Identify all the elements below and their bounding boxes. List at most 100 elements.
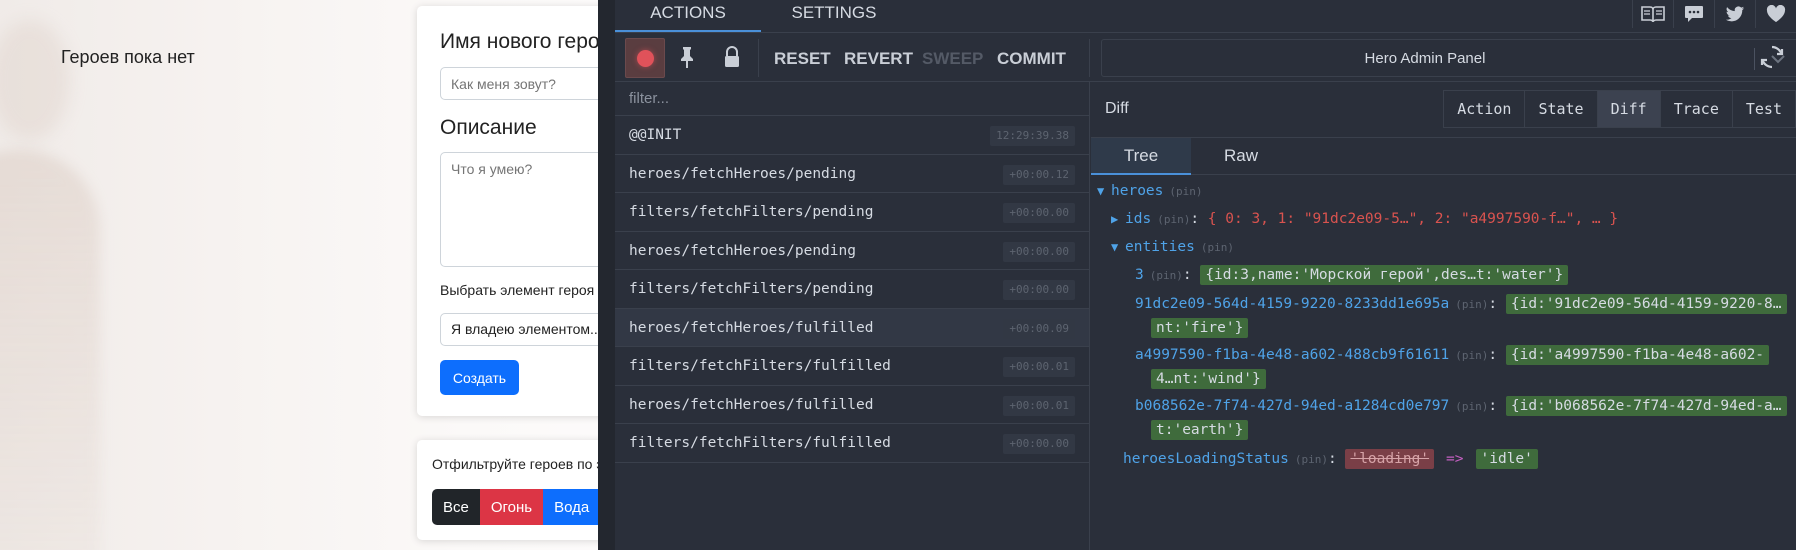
pin-icon[interactable] [675, 45, 699, 69]
action-row[interactable]: filters/fetchFilters/fulfilled +00:00.01 [615, 347, 1089, 386]
diff-arrow: => [1446, 451, 1464, 467]
tree-node-entities[interactable]: ▼ entities (pin) [1111, 235, 1234, 259]
book-icon[interactable] [1632, 0, 1673, 28]
sync-icon[interactable] [1756, 41, 1788, 73]
filter-buttons: Все Огонь Вода [432, 489, 601, 525]
record-icon [636, 49, 654, 67]
chat-icon[interactable] [1673, 0, 1714, 28]
action-name: filters/fetchFilters/fulfilled [629, 358, 891, 374]
action-name: filters/fetchFilters/fulfilled [629, 435, 891, 451]
name-label: Имя нового героя [440, 30, 611, 53]
added-value: {id:3,name:'Морской герой',des…t:'water'… [1200, 265, 1569, 285]
pin-link[interactable]: (pin) [1201, 241, 1234, 254]
filter-fire-button[interactable]: Огонь [479, 489, 544, 525]
tab-actions[interactable]: ACTIONS [615, 0, 761, 32]
monitor-tab-action[interactable]: Action [1444, 91, 1524, 127]
action-row[interactable]: filters/fetchFilters/pending +00:00.00 [615, 270, 1089, 309]
action-time: +00:00.01 [1003, 357, 1075, 377]
hero-form-card: Имя нового героя Описание Выбрать элемен… [417, 6, 640, 416]
toolbar-divider [758, 39, 759, 77]
tree-key: entities [1125, 239, 1195, 255]
description-label: Описание [440, 116, 537, 139]
action-time: +00:00.00 [1003, 434, 1075, 454]
instance-select[interactable]: Hero Admin Panel [1101, 39, 1796, 77]
action-name: filters/fetchFilters/pending [629, 281, 874, 297]
expand-arrow-icon: ▼ [1097, 184, 1105, 198]
monitor-tab-test[interactable]: Test [1731, 91, 1795, 127]
tab-settings[interactable]: SETTINGS [761, 0, 907, 32]
added-value-continuation: nt:'fire'} [1151, 318, 1249, 338]
view-tabs: Tree Raw [1091, 138, 1796, 175]
devtools-top-icons [1632, 0, 1796, 28]
devtools-resize-handle[interactable] [598, 0, 615, 550]
pin-link[interactable]: (pin) [1157, 213, 1190, 226]
heart-icon[interactable] [1755, 0, 1796, 28]
action-time: +00:00.01 [1003, 395, 1075, 416]
action-time: 12:29:39.38 [990, 126, 1075, 146]
tree-node-ids[interactable]: ▶ ids (pin): { 0: 3, 1: "91dc2e09-5…", 2: … [1111, 207, 1618, 231]
pin-link[interactable]: (pin) [1455, 349, 1488, 362]
action-time: +00:00.00 [1003, 203, 1075, 223]
tree-key: heroesLoadingStatus [1123, 451, 1289, 467]
pin-link[interactable]: (pin) [1455, 298, 1488, 311]
added-value-continuation: 4…nt:'wind'} [1151, 369, 1266, 389]
action-time: +00:00.00 [1003, 280, 1075, 300]
revert-button[interactable]: REVERT [844, 49, 913, 69]
devtools-toolbar: RESET REVERT SWEEP COMMIT Hero Admin Pan… [615, 33, 1796, 82]
tree-value-continuation: nt:'fire'} [1151, 316, 1249, 340]
action-time: +00:00.12 [1003, 164, 1075, 185]
monitor-tab-state[interactable]: State [1524, 91, 1596, 127]
tree-node-entity[interactable]: 3 (pin): {id:3,name:'Морской герой',des…t… [1135, 263, 1569, 287]
commit-button[interactable]: COMMIT [997, 49, 1066, 69]
element-label: Выбрать элемент героя [440, 282, 595, 298]
tree-node-heroes[interactable]: ▼ heroes (pin) [1097, 179, 1203, 203]
twitter-icon[interactable] [1714, 0, 1755, 28]
tree-key: heroes [1111, 183, 1164, 199]
create-button[interactable]: Создать [440, 360, 519, 395]
background-figure [0, 150, 100, 550]
action-row[interactable]: filters/fetchFilters/pending +00:00.00 [615, 193, 1089, 232]
tree-node-entity[interactable]: 91dc2e09-564d-4159-9220-8233dd1e695a (pin… [1135, 292, 1787, 316]
removed-value: 'loading' [1345, 449, 1435, 469]
tree-key: 91dc2e09-564d-4159-9220-8233dd1e695a [1135, 296, 1450, 312]
action-row-selected[interactable]: heroes/fetchHeroes/fulfilled +00:00.09 [615, 308, 1089, 347]
reset-button[interactable]: RESET [774, 49, 831, 69]
action-row[interactable]: heroes/fetchHeroes/fulfilled +00:00.01 [615, 386, 1089, 424]
action-row[interactable]: filters/fetchFilters/fulfilled +00:00.00 [615, 424, 1089, 463]
inspector-title: Diff [1105, 100, 1129, 117]
pin-link[interactable]: (pin) [1169, 185, 1202, 198]
added-value: {id:'a4997590-f1ba-4e48-a602- [1505, 345, 1770, 365]
pin-link[interactable]: (pin) [1150, 269, 1183, 282]
monitor-tabs: Action State Diff Trace Test [1443, 90, 1796, 128]
diff-tree: ▼ heroes (pin) ▶ ids (pin): { 0: 3, 1: "91dc… [1091, 175, 1796, 550]
tree-node-loading-status[interactable]: heroesLoadingStatus (pin): 'loading' =>'id… [1123, 447, 1538, 471]
added-value: {id:'b068562e-7f74-427d-94ed-a… [1505, 396, 1787, 416]
action-name: heroes/fetchHeroes/fulfilled [629, 319, 874, 336]
monitor-tab-trace[interactable]: Trace [1659, 91, 1732, 127]
filter-all-button[interactable]: Все [432, 489, 480, 525]
action-filter-input[interactable]: filter... [615, 82, 1089, 116]
pin-link[interactable]: (pin) [1455, 400, 1488, 413]
lock-icon[interactable] [720, 45, 744, 69]
added-value-continuation: t:'earth'} [1151, 420, 1249, 440]
tree-value-continuation: t:'earth'} [1151, 418, 1249, 442]
collapse-arrow-icon: ▶ [1111, 212, 1119, 226]
sweep-button[interactable]: SWEEP [922, 49, 983, 69]
instance-name: Hero Admin Panel [1364, 50, 1486, 67]
tab-tree[interactable]: Tree [1091, 138, 1191, 175]
action-name: filters/fetchFilters/pending [629, 204, 874, 220]
tree-node-entity[interactable]: b068562e-7f74-427d-94ed-a1284cd0e797 (pin… [1135, 394, 1787, 418]
expand-arrow-icon: ▼ [1111, 240, 1119, 254]
tab-raw[interactable]: Raw [1191, 138, 1291, 175]
action-row[interactable]: @@INIT 12:29:39.38 [615, 116, 1089, 155]
action-row[interactable]: heroes/fetchHeroes/pending +00:00.00 [615, 232, 1089, 270]
tree-key: 3 [1135, 267, 1144, 283]
devtools-tabbar: ACTIONS SETTINGS [615, 0, 1796, 33]
action-row[interactable]: heroes/fetchHeroes/pending +00:00.12 [615, 155, 1089, 193]
record-button[interactable] [625, 38, 665, 78]
filter-water-button[interactable]: Вода [543, 489, 601, 525]
added-value: 'idle' [1475, 449, 1538, 469]
tree-node-entity[interactable]: a4997590-f1ba-4e48-a602-488cb9f61611 (pin… [1135, 343, 1770, 367]
pin-link[interactable]: (pin) [1295, 453, 1328, 466]
monitor-tab-diff[interactable]: Diff [1596, 91, 1660, 127]
